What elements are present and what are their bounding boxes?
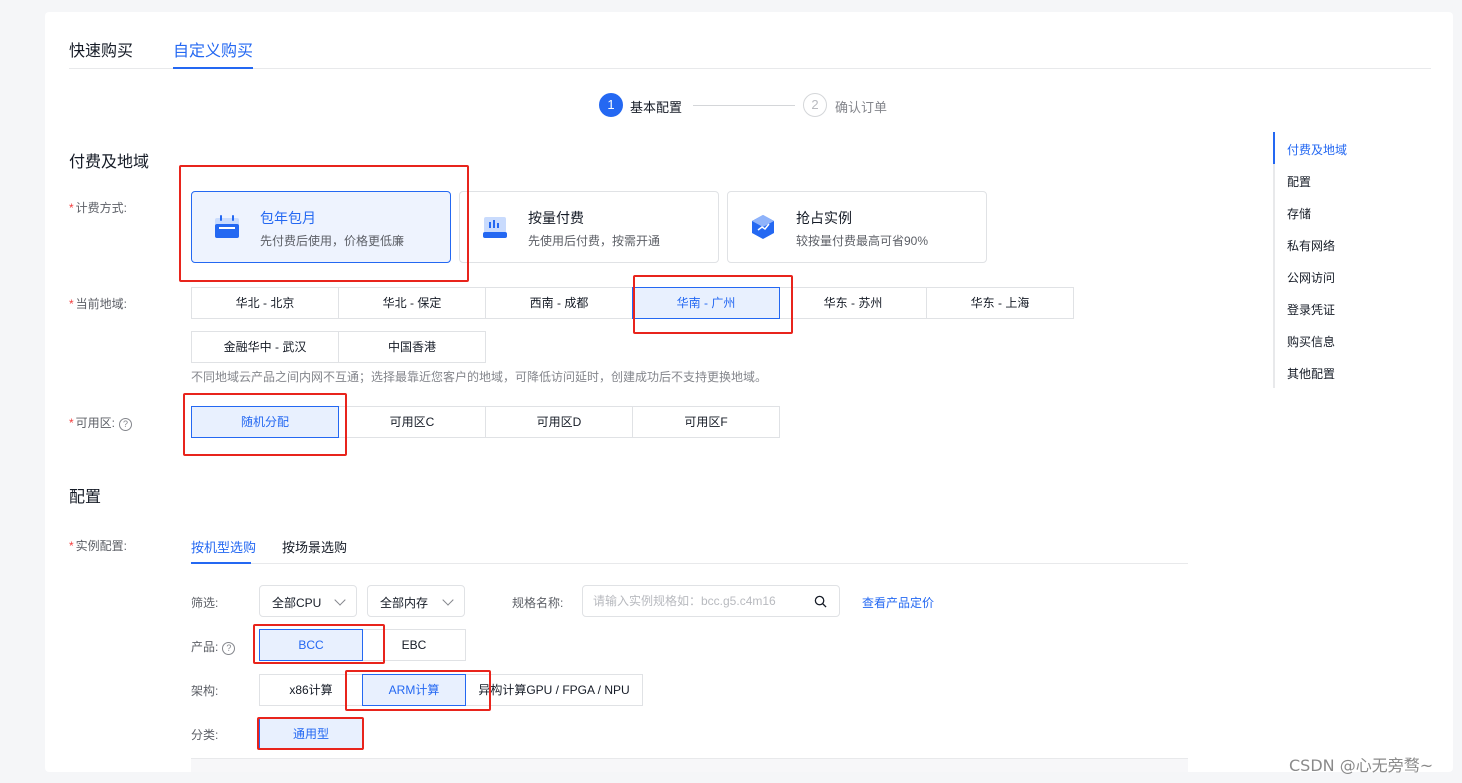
search-icon[interactable] xyxy=(814,595,827,608)
region-label: * 当前地域: xyxy=(69,297,128,311)
purchase-panel: 快速购买 自定义购买 1 基本配置 2 确认订单 付费及地域 * 计费方式: 包年… xyxy=(45,12,1453,772)
region-option-hongkong[interactable]: 中国香港 xyxy=(338,331,486,363)
product-label: 产品:? xyxy=(191,638,236,655)
filter-label: 筛选: xyxy=(191,596,219,610)
billing-card-title: 按量付费 xyxy=(528,210,584,226)
tab-by-scenario[interactable]: 按场景选购 xyxy=(282,537,347,556)
billing-card-desc: 较按量付费最高可省90% xyxy=(796,234,929,248)
billing-card-desc: 先使用后付费，按需开通 xyxy=(528,234,661,248)
nav-item-public-access[interactable]: 公网访问 xyxy=(1287,269,1335,286)
spec-search-input[interactable] xyxy=(593,593,803,609)
chevron-down-icon xyxy=(442,594,454,606)
step-connector xyxy=(693,105,795,106)
memory-select-value: 全部内存 xyxy=(380,596,429,610)
nav-item-purchase-info[interactable]: 购买信息 xyxy=(1287,333,1335,350)
architecture-label: 架构: xyxy=(191,684,219,698)
category-label: 分类: xyxy=(191,728,219,742)
view-pricing-link[interactable]: 查看产品定价 xyxy=(862,594,934,611)
region-hint: 不同地域云产品之间内网不互通；选择最靠近您客户的地域，可降低访问延时，创建成功后… xyxy=(191,370,768,384)
arch-option-x86[interactable]: x86计算 xyxy=(259,674,363,706)
region-option-guangzhou[interactable]: 华南 - 广州 xyxy=(632,287,780,319)
section-title-config: 配置 xyxy=(69,489,102,506)
zone-option-random[interactable]: 随机分配 xyxy=(191,406,339,438)
memory-select[interactable]: 全部内存 xyxy=(367,585,465,617)
region-option-chengdu[interactable]: 西南 - 成都 xyxy=(485,287,633,319)
region-option-baoding[interactable]: 华北 - 保定 xyxy=(338,287,486,319)
help-icon[interactable]: ? xyxy=(222,642,236,655)
region-option-beijing[interactable]: 华北 - 北京 xyxy=(191,287,339,319)
billing-card-desc: 先付费后使用，价格更低廉 xyxy=(260,234,405,248)
arch-option-heterogeneous[interactable]: 异构计算GPU / FPGA / NPU xyxy=(465,674,643,706)
nav-item-other-config[interactable]: 其他配置 xyxy=(1287,365,1335,382)
billing-card-title: 抢占实例 xyxy=(796,210,852,226)
chevron-down-icon xyxy=(334,594,346,606)
region-option-shanghai[interactable]: 华东 - 上海 xyxy=(926,287,1074,319)
instance-table-header xyxy=(191,758,1188,772)
nav-item-storage[interactable]: 存储 xyxy=(1287,205,1311,222)
nav-item-login-credential[interactable]: 登录凭证 xyxy=(1287,301,1335,318)
active-nav-marker xyxy=(1273,132,1275,164)
billing-label: * 计费方式: xyxy=(69,201,128,215)
active-tab-underline xyxy=(191,562,251,564)
category-option-general[interactable]: 通用型 xyxy=(259,718,363,750)
billing-card-spot-instance[interactable]: 抢占实例 较按量付费最高可省90% xyxy=(727,191,987,263)
meter-icon xyxy=(483,217,507,238)
step-2-label: 确认订单 xyxy=(835,100,888,115)
calendar-icon xyxy=(215,215,239,238)
section-title-billing-region: 付费及地域 xyxy=(69,154,150,171)
watermark: CSDN @心无旁骛~ xyxy=(1289,756,1434,775)
step-2-number: 2 xyxy=(803,93,827,117)
step-1-label: 基本配置 xyxy=(630,100,683,115)
section-anchor-nav: 付费及地域 配置 存储 私有网络 公网访问 登录凭证 购买信息 其他配置 xyxy=(1273,132,1393,388)
product-option-ebc[interactable]: EBC xyxy=(362,629,466,661)
spec-name-label: 规格名称: xyxy=(512,596,564,610)
nav-item-billing-region[interactable]: 付费及地域 xyxy=(1287,141,1347,158)
region-option-wuhan[interactable]: 金融华中 - 武汉 xyxy=(191,331,339,363)
tab-custom-buy[interactable]: 自定义购买 xyxy=(173,37,253,61)
purchase-mode-tabs: 快速购买 自定义购买 xyxy=(69,12,1431,69)
cpu-select-value: 全部CPU xyxy=(272,596,322,610)
nav-item-config[interactable]: 配置 xyxy=(1287,173,1311,190)
nav-item-private-network[interactable]: 私有网络 xyxy=(1287,237,1335,254)
zone-label: * 可用区:? xyxy=(69,414,133,431)
zone-option-f[interactable]: 可用区F xyxy=(632,406,780,438)
billing-card-monthly[interactable]: 包年包月 先付费后使用，价格更低廉 xyxy=(191,191,451,263)
zone-option-d[interactable]: 可用区D xyxy=(485,406,633,438)
spec-search-box xyxy=(582,585,840,617)
arch-option-arm[interactable]: ARM计算 xyxy=(362,674,466,706)
billing-card-title: 包年包月 xyxy=(260,210,316,226)
tab-by-machine-type[interactable]: 按机型选购 xyxy=(191,537,256,556)
help-icon[interactable]: ? xyxy=(119,418,133,431)
region-option-suzhou[interactable]: 华东 - 苏州 xyxy=(779,287,927,319)
product-option-bcc[interactable]: BCC xyxy=(259,629,363,661)
cpu-select[interactable]: 全部CPU xyxy=(259,585,357,617)
instance-select-tabs: 按机型选购 按场景选购 xyxy=(191,532,1188,564)
cube-icon xyxy=(752,215,774,239)
instance-config-label: * 实例配置: xyxy=(69,539,128,553)
step-1-number: 1 xyxy=(599,93,623,117)
tab-quick-buy[interactable]: 快速购买 xyxy=(69,37,133,61)
zone-option-c[interactable]: 可用区C xyxy=(338,406,486,438)
active-tab-underline xyxy=(173,67,253,69)
billing-card-pay-as-you-go[interactable]: 按量付费 先使用后付费，按需开通 xyxy=(459,191,719,263)
